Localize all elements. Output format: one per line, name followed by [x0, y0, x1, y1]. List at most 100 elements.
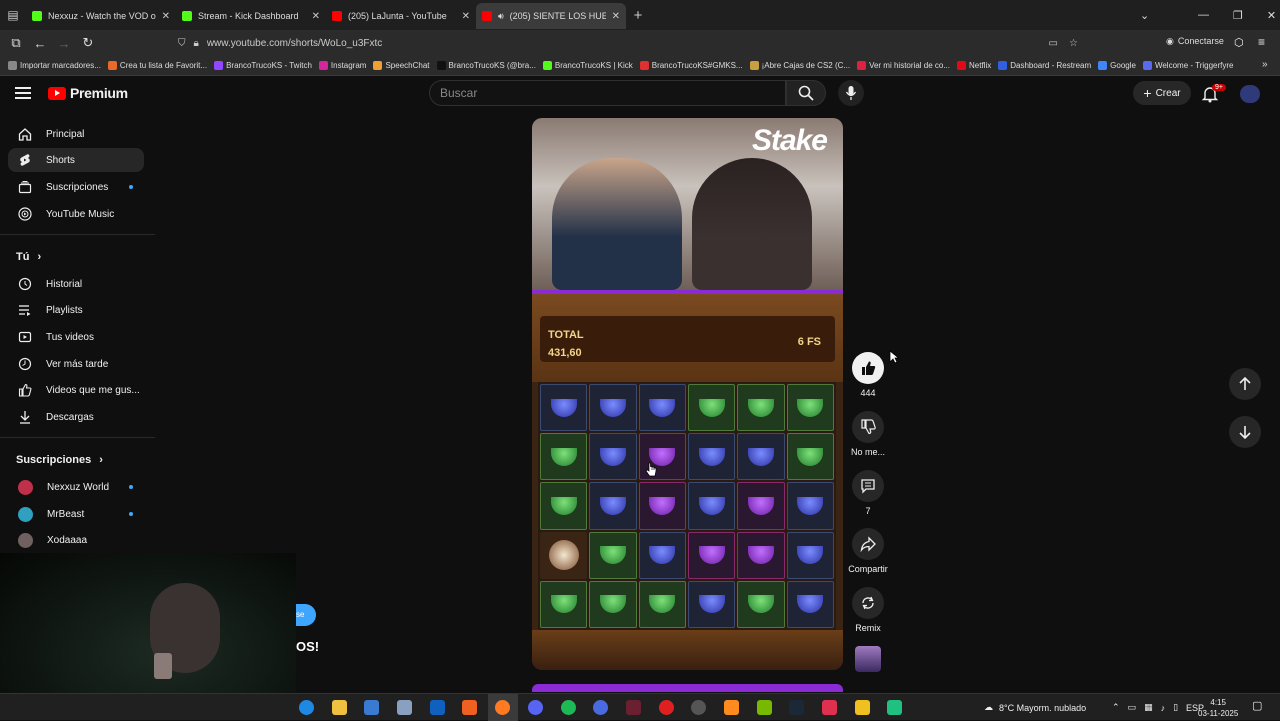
reader-view-icon[interactable]: ▭	[1049, 38, 1058, 49]
sidebar-item-descargas[interactable]: Descargas	[8, 405, 144, 429]
app-icon[interactable]	[626, 700, 641, 715]
tab-list-chevron-icon[interactable]: ⌄	[1140, 0, 1149, 30]
nvidia-icon[interactable]	[757, 700, 772, 715]
store-icon[interactable]	[364, 700, 379, 715]
sidebar-subscription-item[interactable]: MrBeast	[8, 502, 144, 526]
remix-button[interactable]: Remix	[847, 587, 889, 633]
speaker-icon[interactable]: 🔊︎	[498, 11, 504, 22]
bookmark-item[interactable]: Instagram	[318, 61, 366, 70]
device-icon[interactable]: ▭	[1128, 702, 1137, 713]
sidebar-item-youtube-music[interactable]: YouTube Music	[8, 202, 144, 226]
maximize-icon[interactable]: ❐	[1233, 9, 1243, 22]
youtube-logo[interactable]: Premium	[48, 85, 128, 101]
next-short-preview[interactable]	[532, 684, 843, 692]
forward-icon[interactable]: →	[52, 36, 76, 51]
search-input[interactable]: Buscar	[429, 80, 786, 106]
subscribe-pill[interactable]: se	[296, 604, 316, 626]
browser-tab[interactable]: (205) LaJunta - YouTube ✕	[326, 3, 476, 29]
network-icon[interactable]: ▦	[1144, 702, 1153, 713]
bookmark-item[interactable]: Welcome - Triggerfyre	[1142, 61, 1234, 70]
like-button[interactable]: 444	[847, 352, 889, 398]
sidebar-item-ver-mas-tarde[interactable]: Ver más tarde	[8, 352, 144, 376]
back-icon[interactable]: ←	[28, 36, 52, 51]
battery-icon[interactable]: ▯	[1173, 702, 1178, 713]
avatar[interactable]	[1240, 85, 1260, 103]
sidebar-item-suscripciones[interactable]: Suscripciones	[8, 175, 144, 199]
chevron-up-icon[interactable]: ⌃	[1112, 702, 1120, 713]
app-icon[interactable]	[887, 700, 902, 715]
clock[interactable]: 4:15 03-11-2025	[1198, 697, 1238, 719]
sidebar-item-videos-me-gustan[interactable]: Videos que me gus...	[8, 378, 144, 402]
shield-icon[interactable]: ⛉	[178, 38, 186, 49]
extensions-icon[interactable]: ⬡	[1234, 36, 1244, 49]
next-short-button[interactable]	[1229, 416, 1261, 448]
app-icon[interactable]	[462, 700, 477, 715]
browser-tab[interactable]: Stream - Kick Dashboard ✕	[176, 3, 326, 29]
new-tab-button[interactable]: +	[626, 7, 650, 24]
sidebar-item-shorts[interactable]: Shorts	[8, 148, 144, 172]
discord-icon[interactable]	[528, 700, 543, 715]
sidebar-item-historial[interactable]: Historial	[8, 272, 144, 296]
app-icon[interactable]	[397, 700, 412, 715]
close-tab-icon[interactable]: ✕	[462, 11, 470, 22]
voice-search-button[interactable]	[838, 80, 864, 106]
app-icon[interactable]	[659, 700, 674, 715]
bookmark-item[interactable]: Netflix	[957, 61, 991, 70]
search-button[interactable]	[786, 80, 826, 106]
app-icon[interactable]	[724, 700, 739, 715]
file-explorer-icon[interactable]	[332, 700, 347, 715]
browser-tab[interactable]: 🔊︎ (205) SIENTE LOS HUEVOS ✕	[476, 3, 626, 29]
tab-menu-icon[interactable]: ▤	[0, 0, 26, 30]
bookmark-item[interactable]: ¡Abre Cajas de CS2 (C...	[749, 61, 850, 70]
short-video-player[interactable]: Stake TOTAL 431,60 6 FS	[532, 118, 843, 670]
sidebar-item-tus-videos[interactable]: Tus videos	[8, 325, 144, 349]
dislike-button[interactable]: No me...	[847, 411, 889, 457]
browser-tab[interactable]: Nexxuz - Watch the VOD on Ki ✕	[26, 3, 176, 29]
previous-short-button[interactable]	[1229, 368, 1261, 400]
hamburger-menu-icon[interactable]	[15, 87, 31, 99]
obs-icon[interactable]	[691, 700, 706, 715]
bookmarks-overflow-icon[interactable]: »	[1262, 59, 1268, 70]
bookmark-item[interactable]: Crea tu lista de Favorit...	[107, 61, 207, 70]
connect-button[interactable]: ◉ Conectarse	[1166, 36, 1224, 47]
bookmark-item[interactable]: Importar marcadores...	[8, 61, 101, 70]
steam-icon[interactable]	[789, 700, 804, 715]
bookmark-item[interactable]: Dashboard - Restream	[998, 61, 1091, 70]
url-text[interactable]: www.youtube.com/shorts/WoLo_u3Fxtc	[207, 38, 382, 49]
sidebar-subscription-item[interactable]: Xodaaaa	[8, 528, 144, 552]
bookmark-item[interactable]: Google	[1098, 61, 1136, 70]
channel-avatar[interactable]	[855, 646, 881, 672]
menu-icon[interactable]: ≡	[1258, 35, 1265, 49]
create-button[interactable]: + Crear	[1133, 81, 1191, 105]
close-tab-icon[interactable]: ✕	[612, 11, 620, 22]
bookmark-item[interactable]: BrancoTrucoKS | Kick	[542, 61, 633, 70]
bookmark-item[interactable]: SpeechChat	[373, 61, 430, 70]
spotify-icon[interactable]	[561, 700, 576, 715]
sidebar-item-principal[interactable]: Principal	[8, 122, 144, 146]
weather-widget[interactable]: ☁ 8°C Mayorm. nublado	[984, 694, 1086, 721]
volume-icon[interactable]: ♪	[1161, 703, 1166, 713]
app-icon[interactable]	[822, 700, 837, 715]
app-icon[interactable]	[855, 700, 870, 715]
firefox-icon[interactable]	[495, 700, 510, 715]
notifications-icon[interactable]: ▢	[1252, 699, 1262, 712]
you-section-heading[interactable]: Tú ›	[16, 251, 41, 263]
subs-section-heading[interactable]: Suscripciones ›	[16, 454, 103, 466]
close-tab-icon[interactable]: ✕	[312, 11, 320, 22]
share-button[interactable]: Compartir	[847, 528, 889, 574]
bookmark-item[interactable]: Ver mi historial de co...	[857, 61, 950, 70]
sidebar-item-playlists[interactable]: Playlists	[8, 298, 144, 322]
edge-icon[interactable]	[299, 700, 314, 715]
sidebar-toggle-icon[interactable]: ⧉	[4, 35, 28, 51]
minimize-icon[interactable]: —	[1198, 9, 1209, 21]
reload-icon[interactable]: ↻	[76, 35, 100, 51]
comments-button[interactable]: 7	[847, 470, 889, 516]
app-icon[interactable]	[593, 700, 608, 715]
address-bar[interactable]: ⛉ 🔒︎ www.youtube.com/shorts/WoLo_u3Fxtc …	[178, 33, 1084, 53]
close-tab-icon[interactable]: ✕	[162, 11, 170, 22]
bookmark-item[interactable]: BrancoTrucoKS - Twitch	[214, 61, 312, 70]
app-icon[interactable]	[430, 700, 445, 715]
close-window-icon[interactable]: ✕	[1267, 9, 1276, 22]
sidebar-subscription-item[interactable]: Nexxuz World	[8, 475, 144, 499]
bookmark-item[interactable]: BrancoTrucoKS (@bra...	[436, 61, 536, 70]
